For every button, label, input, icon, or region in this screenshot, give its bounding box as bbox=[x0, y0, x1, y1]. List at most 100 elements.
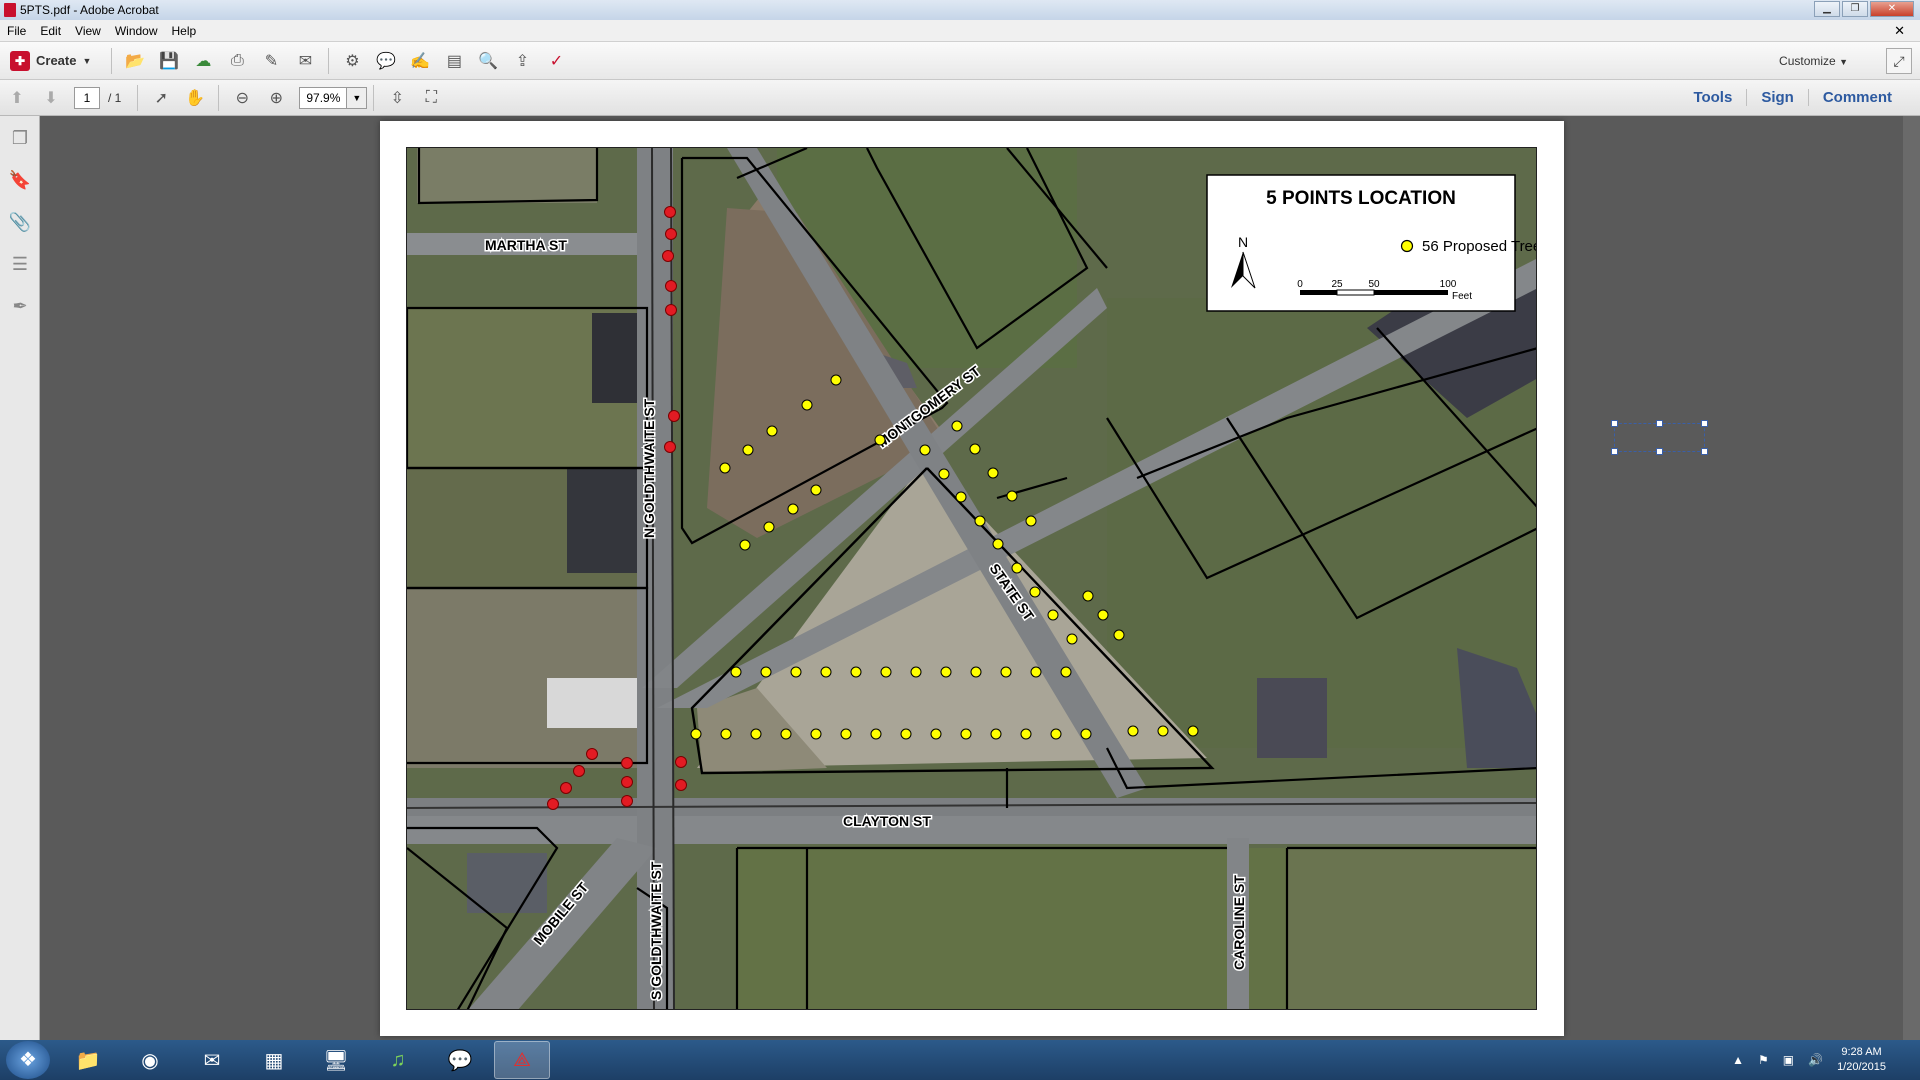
export-icon[interactable]: ⇪ bbox=[508, 47, 536, 75]
proposed-tree-marker bbox=[969, 443, 981, 455]
svg-text:25: 25 bbox=[1331, 279, 1343, 290]
proposed-tree-marker bbox=[940, 666, 952, 678]
next-page-icon[interactable]: ⬇ bbox=[37, 84, 65, 112]
spreadsheet-icon[interactable]: ▦ bbox=[246, 1041, 302, 1079]
svg-text:Feet: Feet bbox=[1452, 291, 1472, 302]
proposed-tree-marker bbox=[780, 728, 792, 740]
fit-page-icon[interactable]: ⛶ bbox=[417, 84, 445, 112]
open-icon[interactable]: 📂 bbox=[121, 47, 149, 75]
highlight-icon[interactable]: ✍ bbox=[406, 47, 434, 75]
proposed-tree-marker bbox=[1030, 666, 1042, 678]
existing-tree-marker bbox=[665, 228, 677, 240]
proposed-tree-marker bbox=[938, 468, 950, 480]
acrobat-taskbar-icon[interactable]: ⟁ bbox=[494, 1041, 550, 1079]
main-toolbar: ✚ Create ▼ 📂 💾 ☁ ⎙ ✎ ✉ ⚙ 💬 ✍ ▤ 🔍 ⇪ ✓ Cus… bbox=[0, 42, 1920, 80]
close-document-icon[interactable]: ✕ bbox=[1887, 23, 1912, 39]
start-button[interactable]: ❖ bbox=[6, 1041, 50, 1079]
sign-panel-link[interactable]: Sign bbox=[1746, 89, 1808, 106]
file-explorer-icon[interactable]: 📁 bbox=[60, 1041, 116, 1079]
vertical-scrollbar[interactable] bbox=[1903, 116, 1920, 1040]
existing-tree-marker bbox=[665, 304, 677, 316]
existing-tree-marker bbox=[662, 250, 674, 262]
proposed-tree-marker bbox=[1082, 590, 1094, 602]
layers-icon[interactable]: ☰ bbox=[8, 254, 32, 278]
bookmarks-icon[interactable]: 🔖 bbox=[8, 170, 32, 194]
fullscreen-icon[interactable]: ⤢ bbox=[1886, 47, 1912, 74]
proposed-tree-marker bbox=[760, 666, 772, 678]
windows-taskbar: ❖ 📁 ◉ ✉ ▦ 🖥 ♫ 💬 ⟁ ▲ ⚑ ▣ 🔊 9:28 AM 1/20/2… bbox=[0, 1040, 1920, 1080]
menu-help[interactable]: Help bbox=[165, 24, 204, 38]
proposed-tree-marker bbox=[820, 666, 832, 678]
minimize-button[interactable]: ▁ bbox=[1814, 1, 1840, 17]
menu-file[interactable]: File bbox=[0, 24, 33, 38]
window-title: 5PTS.pdf - Adobe Acrobat bbox=[20, 3, 159, 17]
tray-expand-icon[interactable]: ▲ bbox=[1732, 1053, 1744, 1067]
map-canvas: MARTHA ST N GOLDTHWAITE ST MONTGOMERY ST… bbox=[407, 148, 1536, 1009]
menu-view[interactable]: View bbox=[68, 24, 108, 38]
outlook-icon[interactable]: ✉ bbox=[184, 1041, 240, 1079]
zoom-dropdown-icon[interactable]: ▼ bbox=[347, 86, 368, 109]
zoom-level-input[interactable]: 97.9% bbox=[299, 86, 348, 109]
zoom-out-icon[interactable]: ⊖ bbox=[228, 84, 256, 112]
signatures-icon[interactable]: ✒ bbox=[8, 296, 32, 320]
comment-icon[interactable]: 💬 bbox=[372, 47, 400, 75]
select-cursor-icon[interactable]: ➚ bbox=[147, 84, 175, 112]
save-icon[interactable]: 💾 bbox=[155, 47, 183, 75]
proposed-tree-marker bbox=[910, 666, 922, 678]
create-button[interactable]: ✚ Create ▼ bbox=[10, 50, 92, 71]
stamp-icon[interactable]: ▤ bbox=[440, 47, 468, 75]
proposed-tree-marker bbox=[1097, 609, 1109, 621]
proposed-tree-marker bbox=[974, 515, 986, 527]
selection-rectangle[interactable] bbox=[1611, 420, 1708, 455]
proposed-tree-marker bbox=[766, 425, 778, 437]
left-navigation-panel: ❐ 🔖 📎 ☰ ✒ bbox=[0, 116, 40, 1040]
attachments-icon[interactable]: 📎 bbox=[8, 212, 32, 236]
proposed-tree-marker bbox=[787, 503, 799, 515]
menu-edit[interactable]: Edit bbox=[33, 24, 68, 38]
proposed-tree-marker bbox=[1187, 725, 1199, 737]
proposed-tree-marker bbox=[1020, 728, 1032, 740]
spotify-icon[interactable]: ♫ bbox=[370, 1041, 426, 1079]
north-label: N bbox=[1238, 234, 1248, 250]
page-total: / 1 bbox=[108, 90, 122, 105]
menu-window[interactable]: Window bbox=[108, 24, 165, 38]
page-thumbnails-icon[interactable]: ❐ bbox=[8, 128, 32, 152]
remote-desktop-icon[interactable]: 🖥 bbox=[308, 1041, 364, 1079]
comment-panel-link[interactable]: Comment bbox=[1807, 89, 1906, 106]
proposed-tree-marker bbox=[987, 467, 999, 479]
network-icon[interactable]: ▣ bbox=[1783, 1053, 1794, 1067]
hand-tool-icon[interactable]: ✋ bbox=[181, 84, 209, 112]
talk-icon[interactable]: 💬 bbox=[432, 1041, 488, 1079]
customize-menu[interactable]: Customize ▼ bbox=[1779, 54, 1848, 68]
previous-page-icon[interactable]: ⬆ bbox=[3, 84, 31, 112]
zoom-in-icon[interactable]: ⊕ bbox=[262, 84, 290, 112]
proposed-tree-marker bbox=[1157, 725, 1169, 737]
proposed-tree-marker bbox=[840, 728, 852, 740]
proposed-tree-marker bbox=[690, 728, 702, 740]
volume-icon[interactable]: 🔊 bbox=[1808, 1053, 1823, 1067]
email-icon[interactable]: ✉ bbox=[291, 47, 319, 75]
map-legend: 5 POINTS LOCATION N 56 Proposed Trees 0 … bbox=[1206, 174, 1536, 312]
cloud-upload-icon[interactable]: ☁ bbox=[189, 47, 217, 75]
proposed-tree-marker bbox=[1029, 586, 1041, 598]
proposed-tree-marker bbox=[810, 728, 822, 740]
proposed-tree-marker bbox=[1025, 515, 1037, 527]
chevron-down-icon: ▼ bbox=[82, 55, 92, 66]
print-icon[interactable]: ⎙ bbox=[223, 47, 251, 75]
edit-icon[interactable]: ✎ bbox=[257, 47, 285, 75]
pdf-page: MARTHA ST N GOLDTHWAITE ST MONTGOMERY ST… bbox=[380, 121, 1564, 1036]
tools-panel-link[interactable]: Tools bbox=[1679, 89, 1746, 106]
taskbar-clock[interactable]: 9:28 AM 1/20/2015 bbox=[1837, 1045, 1886, 1075]
chrome-icon[interactable]: ◉ bbox=[122, 1041, 178, 1079]
existing-tree-marker bbox=[675, 779, 687, 791]
form-icon[interactable]: ✓ bbox=[542, 47, 570, 75]
gear-icon[interactable]: ⚙ bbox=[338, 47, 366, 75]
close-button[interactable]: ✕ bbox=[1870, 1, 1914, 17]
page-number-input[interactable]: 1 bbox=[74, 86, 100, 109]
proposed-tree-marker bbox=[900, 728, 912, 740]
proposed-tree-marker bbox=[763, 521, 775, 533]
flag-icon[interactable]: ⚑ bbox=[1758, 1053, 1769, 1067]
search-doc-icon[interactable]: 🔍 bbox=[474, 47, 502, 75]
fit-width-icon[interactable]: ⇳ bbox=[383, 84, 411, 112]
maximize-button[interactable]: ❐ bbox=[1842, 1, 1868, 17]
